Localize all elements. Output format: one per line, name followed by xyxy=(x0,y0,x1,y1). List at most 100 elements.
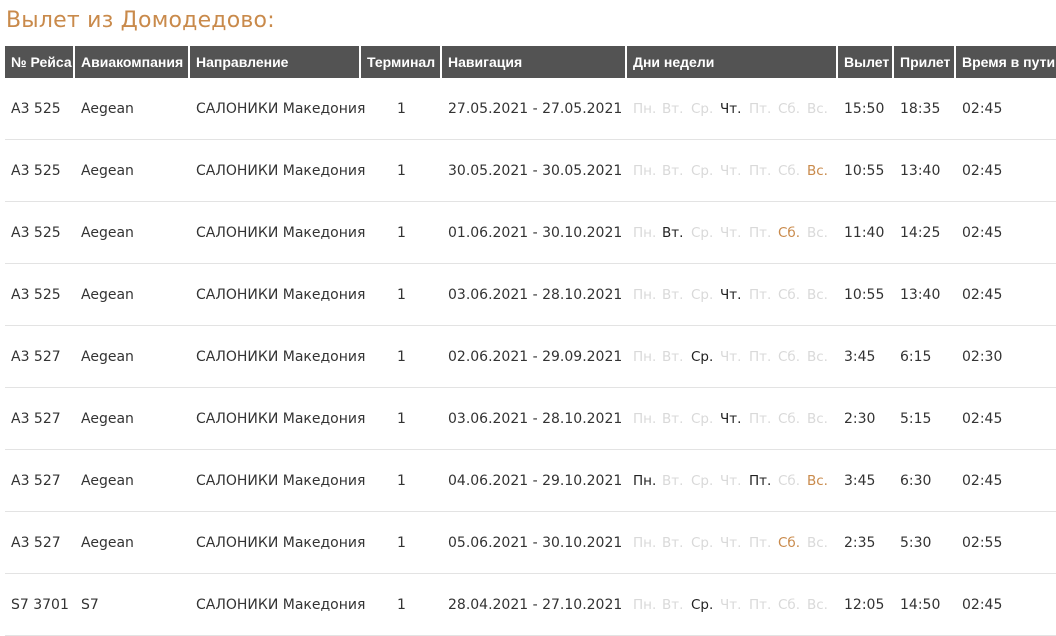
table-header-row: № Рейса Авиакомпания Направление Термина… xyxy=(5,46,1056,78)
header-departure[interactable]: Вылет xyxy=(838,46,894,78)
weekday-3: Ср. xyxy=(691,348,714,365)
weekday-5: Пт. xyxy=(749,534,772,551)
table-row: A3 525 Aegean САЛОНИКИ Македония 1 27.05.202… xyxy=(5,78,1056,140)
arrival-time: 6:30 xyxy=(894,450,956,512)
table-row: A3 525 Aegean САЛОНИКИ Македония 1 01.06.202… xyxy=(5,202,1056,264)
weekday-7: Вс. xyxy=(807,286,828,303)
weekday-1: Пн. xyxy=(633,286,657,303)
airline: Aegean xyxy=(75,264,190,326)
travel-duration: 02:55 xyxy=(956,512,1056,574)
travel-duration: 02:45 xyxy=(956,78,1056,140)
weekday-1: Пн. xyxy=(633,534,657,551)
weekday-4: Чт. xyxy=(720,472,742,489)
weekdays: Пн. Вт. Ср. Чт. Пт. Сб. Вс. xyxy=(627,512,838,574)
header-airline[interactable]: Авиакомпания xyxy=(75,46,190,78)
header-navigation[interactable]: Навигация xyxy=(442,46,627,78)
weekdays: Пн. Вт. Ср. Чт. Пт. Сб. Вс. xyxy=(627,326,838,388)
weekday-6: Сб. xyxy=(778,534,801,551)
departure-time: 11:40 xyxy=(838,202,894,264)
terminal: 1 xyxy=(361,264,442,326)
weekday-6: Сб. xyxy=(778,348,801,365)
header-terminal[interactable]: Терминал xyxy=(361,46,442,78)
weekday-5: Пт. xyxy=(749,100,772,117)
weekday-7: Вс. xyxy=(807,224,828,241)
weekday-7: Вс. xyxy=(807,472,828,489)
weekday-4: Чт. xyxy=(720,534,742,551)
flight-number: A3 525 xyxy=(5,264,75,326)
header-arrival[interactable]: Прилет xyxy=(894,46,956,78)
weekday-4: Чт. xyxy=(720,162,742,179)
table-row: S7 3701 S7 САЛОНИКИ Македония 1 28.04.2021 -… xyxy=(5,574,1056,636)
navigation-period: 03.06.2021 - 28.10.2021 xyxy=(442,388,627,450)
weekday-5: Пт. xyxy=(749,286,772,303)
terminal: 1 xyxy=(361,388,442,450)
flight-number: A3 527 xyxy=(5,512,75,574)
arrival-time: 6:15 xyxy=(894,326,956,388)
weekday-1: Пн. xyxy=(633,472,657,489)
flight-number: A3 525 xyxy=(5,78,75,140)
weekdays: Пн. Вт. Ср. Чт. Пт. Сб. Вс. xyxy=(627,264,838,326)
weekday-2: Вт. xyxy=(662,596,684,613)
navigation-period: 02.06.2021 - 29.09.2021 xyxy=(442,326,627,388)
navigation-period: 27.05.2021 - 27.05.2021 xyxy=(442,78,627,140)
weekday-2: Вт. xyxy=(662,472,684,489)
weekday-4: Чт. xyxy=(720,596,742,613)
weekday-5: Пт. xyxy=(749,224,772,241)
weekday-7: Вс. xyxy=(807,348,828,365)
weekday-2: Вт. xyxy=(662,410,684,427)
arrival-time: 13:40 xyxy=(894,264,956,326)
weekday-5: Пт. xyxy=(749,410,772,427)
terminal: 1 xyxy=(361,450,442,512)
table-row: A3 527 Aegean САЛОНИКИ Македония 1 02.06.202… xyxy=(5,326,1056,388)
terminal: 1 xyxy=(361,326,442,388)
weekdays: Пн. Вт. Ср. Чт. Пт. Сб. Вс. xyxy=(627,388,838,450)
airline: Aegean xyxy=(75,78,190,140)
weekdays: Пн. Вт. Ср. Чт. Пт. Сб. Вс. xyxy=(627,574,838,636)
terminal: 1 xyxy=(361,574,442,636)
header-direction[interactable]: Направление xyxy=(190,46,361,78)
airline: Aegean xyxy=(75,512,190,574)
terminal: 1 xyxy=(361,78,442,140)
terminal: 1 xyxy=(361,140,442,202)
terminal: 1 xyxy=(361,202,442,264)
weekday-1: Пн. xyxy=(633,100,657,117)
travel-duration: 02:45 xyxy=(956,388,1056,450)
travel-duration: 02:45 xyxy=(956,264,1056,326)
weekday-4: Чт. xyxy=(720,224,742,241)
weekday-6: Сб. xyxy=(778,410,801,427)
weekday-1: Пн. xyxy=(633,348,657,365)
travel-duration: 02:30 xyxy=(956,326,1056,388)
weekday-3: Ср. xyxy=(691,410,714,427)
navigation-period: 03.06.2021 - 28.10.2021 xyxy=(442,264,627,326)
weekday-6: Сб. xyxy=(778,596,801,613)
weekday-7: Вс. xyxy=(807,100,828,117)
direction: САЛОНИКИ Македония xyxy=(190,512,365,574)
weekday-1: Пн. xyxy=(633,410,657,427)
departure-time: 3:45 xyxy=(838,450,894,512)
departure-time: 2:35 xyxy=(838,512,894,574)
weekday-2: Вт. xyxy=(662,348,684,365)
navigation-period: 01.06.2021 - 30.10.2021 xyxy=(442,202,627,264)
departure-time: 10:55 xyxy=(838,140,894,202)
flight-number: A3 527 xyxy=(5,450,75,512)
weekday-3: Ср. xyxy=(691,100,714,117)
weekday-2: Вт. xyxy=(662,162,684,179)
weekday-7: Вс. xyxy=(807,596,828,613)
weekday-5: Пт. xyxy=(749,596,772,613)
weekday-4: Чт. xyxy=(720,286,742,303)
header-duration[interactable]: Время в пути xyxy=(956,46,1056,78)
weekdays: Пн. Вт. Ср. Чт. Пт. Сб. Вс. xyxy=(627,78,838,140)
weekday-2: Вт. xyxy=(662,100,684,117)
flight-number: S7 3701 xyxy=(5,574,75,636)
flight-number: A3 525 xyxy=(5,140,75,202)
header-weekdays[interactable]: Дни недели xyxy=(627,46,838,78)
flight-number: A3 527 xyxy=(5,326,75,388)
navigation-period: 05.06.2021 - 30.10.2021 xyxy=(442,512,627,574)
weekday-6: Сб. xyxy=(778,162,801,179)
weekday-3: Ср. xyxy=(691,534,714,551)
header-flight[interactable]: № Рейса xyxy=(5,46,75,78)
navigation-period: 28.04.2021 - 27.10.2021 xyxy=(442,574,627,636)
airline: Aegean xyxy=(75,450,190,512)
direction: САЛОНИКИ Македония xyxy=(190,202,365,264)
airline: Aegean xyxy=(75,140,190,202)
